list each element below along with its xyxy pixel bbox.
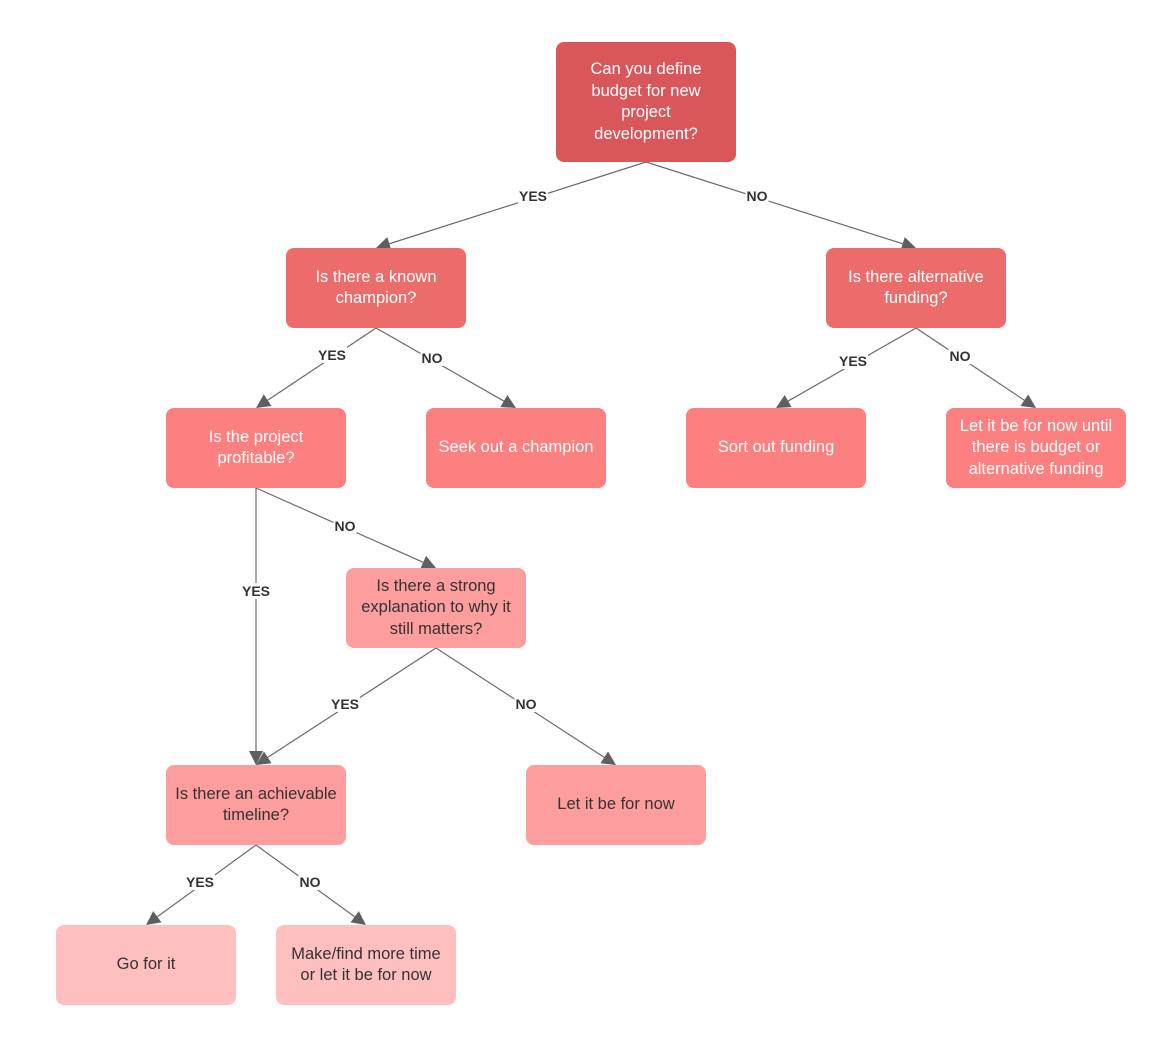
node-a-more-time: Make/find more time or let it be for now [276,925,456,1005]
node-text: Let it be for now until there is budget … [959,416,1113,478]
edge-label-yes: YES [837,353,869,369]
node-text: Go for it [116,955,176,974]
node-text: Is there alternative funding? [848,267,984,308]
node-q-alt-funding: Is there alternative funding? [826,248,1006,328]
node-text: Is the project profitable? [208,427,304,468]
node-a-go: Go for it [56,925,236,1005]
edge-label-yes: YES [184,874,216,890]
arrowhead-icon [1020,394,1036,408]
node-text: Is there an achievable timeline? [175,784,337,825]
node-q-explanation: Is there a strong explanation to why it … [346,568,526,648]
arrowhead-icon [776,394,792,408]
node-text: Sort out funding [717,438,835,457]
node-text: Let it be for now [557,795,675,814]
node-a-let-be: Let it be for now [526,765,706,845]
node-q-timeline: Is there an achievable timeline? [166,765,346,845]
connector-q-budget-to-q-alt-funding [645,161,903,245]
edge-label-yes: YES [329,696,361,712]
node-a-seek-champion: Seek out a champion [426,408,606,488]
edge-label-yes: YES [240,583,272,599]
arrowhead-icon [600,751,616,765]
node-text: Can you define budget for new project de… [590,60,702,143]
connector-q-alt-funding-to-a-wait-budget [915,327,1025,401]
arrowhead-icon [256,394,272,408]
node-text: Is there a known champion? [315,267,437,308]
node-q-profitable: Is the project profitable? [166,408,346,488]
edge-label-no: NO [948,348,972,364]
arrowhead-icon [146,911,162,925]
edge-label-yes: YES [316,347,348,363]
node-a-sort-funding: Sort out funding [686,408,866,488]
edge-label-yes: YES [517,188,549,204]
arrowhead-icon [350,911,366,925]
node-a-wait-budget: Let it be for now until there is budget … [946,408,1126,488]
edge-label-no: NO [298,874,322,890]
edge-label-no: NO [514,696,538,712]
node-q-budget: Can you define budget for new project de… [556,42,736,162]
edge-label-no: NO [745,188,769,204]
edge-label-no: NO [420,350,444,366]
node-text: Seek out a champion [438,438,594,457]
connector-q-champion-to-q-profitable [267,327,377,401]
flowchart: YES NO YES NO YES NO YES NO YES NO YES NO Can you de… [0,0,1173,1050]
node-q-champion: Is there a known champion? [286,248,466,328]
arrowhead-icon [500,394,516,408]
node-text: Make/find more time or let it be for now [291,944,441,985]
edge-label-no: NO [333,518,357,534]
node-text: Is there a strong explanation to why it … [361,576,511,638]
